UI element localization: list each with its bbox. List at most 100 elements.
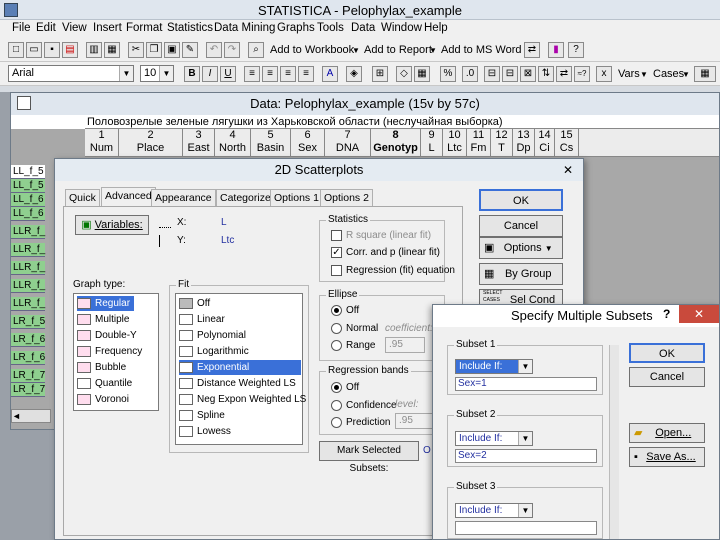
cut-icon[interactable]: ✂ [128,42,144,58]
ellipse-normal-radio[interactable] [331,323,342,334]
ok-button[interactable]: OK [479,189,563,211]
row-header[interactable]: LLR_f_ [11,297,45,311]
list-item[interactable]: Frequency [77,344,146,359]
cases-menu[interactable]: Cases [653,68,684,80]
align-left-icon[interactable]: ≡ [244,66,260,82]
bold-icon[interactable]: B [184,66,200,82]
vars-menu[interactable]: Vars [618,68,640,80]
menu-view[interactable]: View [62,22,87,34]
row-header[interactable]: LL_f_5 [11,179,45,193]
sync-icon[interactable]: ⇄ [524,42,540,58]
bands-confidence-radio[interactable] [331,400,342,411]
pdf-icon[interactable]: ▤ [62,42,78,58]
subsets-cancel-button[interactable]: Cancel [629,367,705,387]
col-header[interactable]: 8 Genotyp [371,129,421,157]
list-item[interactable]: Multiple [77,312,133,327]
tab-advanced[interactable]: Advanced [101,187,156,206]
tag-icon[interactable]: ◇ [396,66,412,82]
list-item[interactable]: Polynomial [179,328,250,343]
row-header[interactable]: LL_f_6 [11,193,45,207]
tab-options-2[interactable]: Options 2 [320,189,373,206]
menu-format[interactable]: Format [126,22,162,34]
mark-selected-subsets-button[interactable]: Mark Selected Subsets: [319,441,419,474]
save-as-button[interactable]: ▪ Save As... [629,447,705,467]
row-header[interactable]: LR_f_6 [11,351,45,365]
subset-2-expression-input[interactable]: Sex=2 [455,449,597,463]
col-header[interactable]: 12 T [491,129,513,157]
col-header[interactable]: 15 Cs [555,129,579,157]
row-header[interactable]: LLR_f_ [11,279,45,293]
menu-tools[interactable]: Tools [317,22,344,34]
undo-icon[interactable]: ↶ [206,42,222,58]
spreadsheet-icon[interactable] [17,96,31,110]
fill-color-icon[interactable]: ◈ [346,66,362,82]
subset-2-mode-select[interactable]: Include If: ▼ [455,431,533,446]
variables-button[interactable]: ▣ Variables: [75,215,149,235]
format-painter-icon[interactable]: ✎ [182,42,198,58]
workbook-dropdown-icon[interactable]: ▼ [352,46,360,55]
compare-icon[interactable]: ≈? [574,66,590,82]
graph-type-list[interactable]: Regular Multiple Double-Y Frequency Bubb… [73,293,159,411]
level-input[interactable]: .95 [395,413,435,429]
tab-quick[interactable]: Quick [65,189,100,206]
coefficient-input[interactable]: .95 [385,337,425,353]
fit-list[interactable]: Off Linear Polynomial Logarithmic Expone… [175,293,306,445]
vertical-scrollbar[interactable] [609,345,619,539]
print-icon[interactable]: ▥ [86,42,102,58]
menu-help[interactable]: Help [424,22,448,34]
list-item[interactable]: Quantile [77,376,136,391]
col-header[interactable]: 9L [421,129,443,157]
by-group-button[interactable]: ▦ By Group [479,263,563,285]
new-icon[interactable]: □ [8,42,24,58]
menu-data-mining[interactable]: Data Mining [214,22,275,34]
subset-3-mode-select[interactable]: Include If: ▼ [455,503,533,518]
justify-icon[interactable]: ≡ [298,66,314,82]
border-icon[interactable]: ⊞ [372,66,388,82]
add-to-workbook-button[interactable]: Add to Workbook [270,44,354,56]
save-icon[interactable]: ▪ [44,42,60,58]
align-center-icon[interactable]: ≡ [262,66,278,82]
col-header[interactable]: 6 Sex [291,129,325,157]
vars-dropdown-icon[interactable]: ▼ [640,70,648,79]
row-header[interactable]: LR_f_5 [11,315,45,329]
menu-file[interactable]: File [12,22,31,34]
row-header[interactable]: LL_f_6 [11,207,45,221]
font-color-icon[interactable]: A [322,66,338,82]
ellipse-off-radio[interactable] [331,305,342,316]
subset-1-expression-input[interactable]: Sex=1 [455,377,597,391]
underline-icon[interactable]: U [220,66,236,82]
number-format-icon[interactable]: % [440,66,456,82]
insert-col-icon[interactable]: ⊟ [484,66,500,82]
decimal-icon[interactable]: .0 [462,66,478,82]
options-button[interactable]: ▣ Options ▼ [479,237,563,259]
list-item[interactable]: Exponential [179,360,301,375]
r-square-checkbox[interactable] [331,230,342,241]
books-icon[interactable]: ▮ [548,42,564,58]
row-header[interactable]: LLR_f_ [11,243,45,257]
col-header[interactable]: 2 Place [119,129,183,157]
subset-1-mode-select[interactable]: Include If: ▼ [455,359,533,374]
row-header[interactable]: LL_f_5 [11,165,45,179]
delete-icon[interactable]: ⊠ [520,66,536,82]
context-help-icon[interactable]: ? [568,42,584,58]
close-icon[interactable]: ✕ [563,163,573,177]
list-item[interactable]: Distance Weighted LS [179,376,300,391]
list-item[interactable]: Spline [179,408,229,423]
subsets-ok-button[interactable]: OK [629,343,705,363]
col-header[interactable]: 4 North [215,129,251,157]
menu-window[interactable]: Window [381,22,422,34]
corr-checkbox[interactable]: ✓ [331,247,342,258]
close-icon[interactable]: ✕ [679,305,719,323]
col-header[interactable]: 13 Dp [513,129,535,157]
font-size-select[interactable]: 10 ▼ [140,65,174,82]
list-item[interactable]: Logarithmic [179,344,253,359]
menu-statistics[interactable]: Statistics [167,22,213,34]
font-select[interactable]: Arial ▼ [8,65,134,82]
subset-3-expression-input[interactable] [455,521,597,535]
report-dropdown-icon[interactable]: ▼ [429,46,437,55]
col-header[interactable]: 14 Ci [535,129,555,157]
col-header[interactable]: 3 East [183,129,215,157]
find-icon[interactable]: ⌕ [248,42,264,58]
grid-icon[interactable]: ▦ [414,66,430,82]
sort-icon[interactable]: ⇅ [538,66,554,82]
